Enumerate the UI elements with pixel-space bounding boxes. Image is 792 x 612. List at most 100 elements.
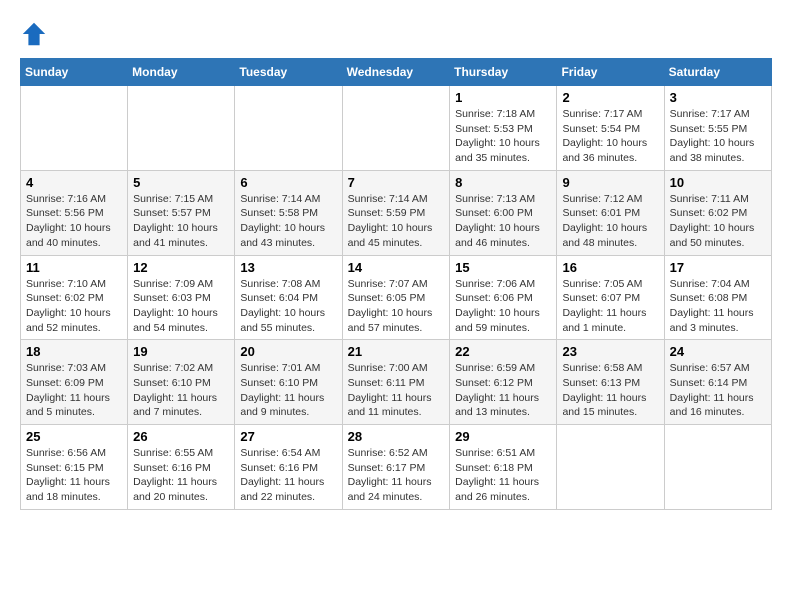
calendar-cell: 20 Sunrise: 7:01 AMSunset: 6:10 PMDayligh…	[235, 340, 342, 425]
calendar-cell	[342, 86, 450, 171]
day-info: Sunrise: 6:58 AMSunset: 6:13 PMDaylight:…	[562, 361, 658, 420]
calendar-cell: 13 Sunrise: 7:08 AMSunset: 6:04 PMDayligh…	[235, 255, 342, 340]
calendar-cell: 3 Sunrise: 7:17 AMSunset: 5:55 PMDaylight…	[664, 86, 771, 171]
day-number: 23	[562, 344, 658, 359]
day-number: 16	[562, 260, 658, 275]
day-number: 15	[455, 260, 551, 275]
logo-icon	[20, 20, 48, 48]
calendar-header-friday: Friday	[557, 59, 664, 86]
day-info: Sunrise: 7:03 AMSunset: 6:09 PMDaylight:…	[26, 361, 122, 420]
calendar-cell: 19 Sunrise: 7:02 AMSunset: 6:10 PMDayligh…	[128, 340, 235, 425]
calendar-cell: 8 Sunrise: 7:13 AMSunset: 6:00 PMDaylight…	[450, 170, 557, 255]
calendar-cell: 16 Sunrise: 7:05 AMSunset: 6:07 PMDayligh…	[557, 255, 664, 340]
calendar-header-wednesday: Wednesday	[342, 59, 450, 86]
day-info: Sunrise: 7:04 AMSunset: 6:08 PMDaylight:…	[670, 277, 766, 336]
calendar-cell: 26 Sunrise: 6:55 AMSunset: 6:16 PMDayligh…	[128, 425, 235, 510]
calendar-week-row: 11 Sunrise: 7:10 AMSunset: 6:02 PMDayligh…	[21, 255, 772, 340]
day-info: Sunrise: 7:14 AMSunset: 5:58 PMDaylight:…	[240, 192, 336, 251]
day-number: 2	[562, 90, 658, 105]
day-info: Sunrise: 7:01 AMSunset: 6:10 PMDaylight:…	[240, 361, 336, 420]
day-number: 26	[133, 429, 229, 444]
calendar-table: SundayMondayTuesdayWednesdayThursdayFrid…	[20, 58, 772, 510]
calendar-header-monday: Monday	[128, 59, 235, 86]
day-number: 14	[348, 260, 445, 275]
day-number: 11	[26, 260, 122, 275]
day-number: 28	[348, 429, 445, 444]
calendar-cell: 9Sunrise: 7:12 AMSunset: 6:01 PMDaylight…	[557, 170, 664, 255]
day-info: Sunrise: 6:51 AMSunset: 6:18 PMDaylight:…	[455, 446, 551, 505]
calendar-cell: 15 Sunrise: 7:06 AMSunset: 6:06 PMDayligh…	[450, 255, 557, 340]
day-info: Sunrise: 7:11 AMSunset: 6:02 PMDaylight:…	[670, 192, 766, 251]
day-info: Sunrise: 7:10 AMSunset: 6:02 PMDaylight:…	[26, 277, 122, 336]
calendar-cell: 27 Sunrise: 6:54 AMSunset: 6:16 PMDayligh…	[235, 425, 342, 510]
day-info: Sunrise: 7:05 AMSunset: 6:07 PMDaylight:…	[562, 277, 658, 336]
day-info: Sunrise: 7:02 AMSunset: 6:10 PMDaylight:…	[133, 361, 229, 420]
day-info: Sunrise: 6:57 AMSunset: 6:14 PMDaylight:…	[670, 361, 766, 420]
day-number: 9	[562, 175, 658, 190]
calendar-header-row: SundayMondayTuesdayWednesdayThursdayFrid…	[21, 59, 772, 86]
calendar-cell	[21, 86, 128, 171]
day-info: Sunrise: 7:00 AMSunset: 6:11 PMDaylight:…	[348, 361, 445, 420]
calendar-cell: 1 Sunrise: 7:18 AMSunset: 5:53 PMDaylight…	[450, 86, 557, 171]
calendar-cell: 6 Sunrise: 7:14 AMSunset: 5:58 PMDaylight…	[235, 170, 342, 255]
calendar-cell	[664, 425, 771, 510]
day-number: 4	[26, 175, 122, 190]
day-number: 22	[455, 344, 551, 359]
day-number: 3	[670, 90, 766, 105]
calendar-cell: 7 Sunrise: 7:14 AMSunset: 5:59 PMDaylight…	[342, 170, 450, 255]
calendar-cell: 14Sunrise: 7:07 AMSunset: 6:05 PMDayligh…	[342, 255, 450, 340]
calendar-cell: 25 Sunrise: 6:56 AMSunset: 6:15 PMDayligh…	[21, 425, 128, 510]
calendar-cell: 18 Sunrise: 7:03 AMSunset: 6:09 PMDayligh…	[21, 340, 128, 425]
day-number: 18	[26, 344, 122, 359]
day-info: Sunrise: 6:56 AMSunset: 6:15 PMDaylight:…	[26, 446, 122, 505]
day-number: 7	[348, 175, 445, 190]
calendar-cell: 2 Sunrise: 7:17 AMSunset: 5:54 PMDaylight…	[557, 86, 664, 171]
calendar-cell: 12Sunrise: 7:09 AMSunset: 6:03 PMDayligh…	[128, 255, 235, 340]
day-number: 5	[133, 175, 229, 190]
calendar-cell: 24 Sunrise: 6:57 AMSunset: 6:14 PMDayligh…	[664, 340, 771, 425]
calendar-header-thursday: Thursday	[450, 59, 557, 86]
day-info: Sunrise: 7:14 AMSunset: 5:59 PMDaylight:…	[348, 192, 445, 251]
day-number: 10	[670, 175, 766, 190]
day-number: 19	[133, 344, 229, 359]
day-info: Sunrise: 7:08 AMSunset: 6:04 PMDaylight:…	[240, 277, 336, 336]
calendar-cell: 5 Sunrise: 7:15 AMSunset: 5:57 PMDaylight…	[128, 170, 235, 255]
day-number: 20	[240, 344, 336, 359]
day-info: Sunrise: 7:13 AMSunset: 6:00 PMDaylight:…	[455, 192, 551, 251]
day-info: Sunrise: 7:15 AMSunset: 5:57 PMDaylight:…	[133, 192, 229, 251]
day-number: 13	[240, 260, 336, 275]
calendar-cell	[128, 86, 235, 171]
day-info: Sunrise: 7:18 AMSunset: 5:53 PMDaylight:…	[455, 107, 551, 166]
calendar-cell: 22 Sunrise: 6:59 AMSunset: 6:12 PMDayligh…	[450, 340, 557, 425]
calendar-week-row: 1 Sunrise: 7:18 AMSunset: 5:53 PMDaylight…	[21, 86, 772, 171]
calendar-header-sunday: Sunday	[21, 59, 128, 86]
day-number: 24	[670, 344, 766, 359]
day-info: Sunrise: 6:59 AMSunset: 6:12 PMDaylight:…	[455, 361, 551, 420]
calendar-header-tuesday: Tuesday	[235, 59, 342, 86]
day-info: Sunrise: 7:17 AMSunset: 5:54 PMDaylight:…	[562, 107, 658, 166]
page-header	[20, 20, 772, 48]
day-info: Sunrise: 6:55 AMSunset: 6:16 PMDaylight:…	[133, 446, 229, 505]
logo	[20, 20, 50, 48]
day-number: 6	[240, 175, 336, 190]
calendar-header-saturday: Saturday	[664, 59, 771, 86]
day-info: Sunrise: 7:09 AMSunset: 6:03 PMDaylight:…	[133, 277, 229, 336]
calendar-cell	[557, 425, 664, 510]
day-info: Sunrise: 6:54 AMSunset: 6:16 PMDaylight:…	[240, 446, 336, 505]
day-number: 21	[348, 344, 445, 359]
day-number: 17	[670, 260, 766, 275]
calendar-cell: 11 Sunrise: 7:10 AMSunset: 6:02 PMDayligh…	[21, 255, 128, 340]
day-number: 27	[240, 429, 336, 444]
day-number: 25	[26, 429, 122, 444]
day-number: 8	[455, 175, 551, 190]
calendar-cell: 23 Sunrise: 6:58 AMSunset: 6:13 PMDayligh…	[557, 340, 664, 425]
calendar-cell: 29Sunrise: 6:51 AMSunset: 6:18 PMDayligh…	[450, 425, 557, 510]
day-info: Sunrise: 7:17 AMSunset: 5:55 PMDaylight:…	[670, 107, 766, 166]
calendar-week-row: 4 Sunrise: 7:16 AMSunset: 5:56 PMDaylight…	[21, 170, 772, 255]
day-info: Sunrise: 7:16 AMSunset: 5:56 PMDaylight:…	[26, 192, 122, 251]
day-info: Sunrise: 7:06 AMSunset: 6:06 PMDaylight:…	[455, 277, 551, 336]
calendar-cell: 28Sunrise: 6:52 AMSunset: 6:17 PMDayligh…	[342, 425, 450, 510]
calendar-cell: 10 Sunrise: 7:11 AMSunset: 6:02 PMDayligh…	[664, 170, 771, 255]
day-number: 1	[455, 90, 551, 105]
calendar-cell: 21 Sunrise: 7:00 AMSunset: 6:11 PMDayligh…	[342, 340, 450, 425]
